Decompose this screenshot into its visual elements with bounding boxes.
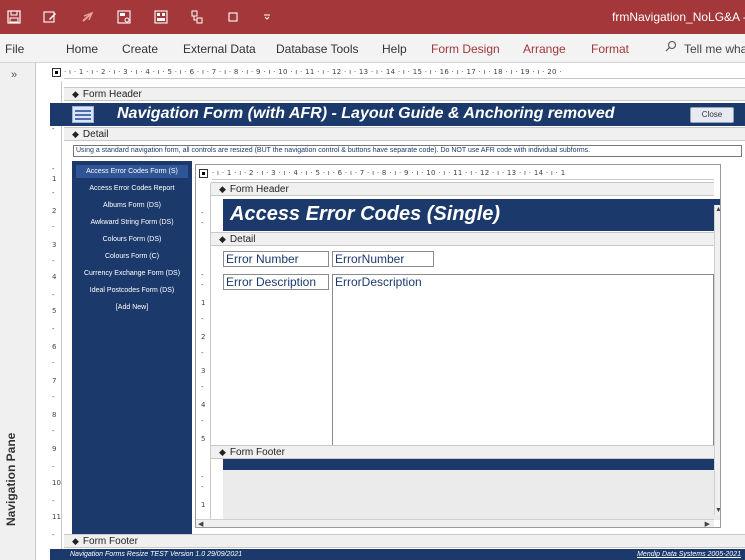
subform-detail-bar[interactable]: ◆ Detail	[211, 232, 714, 246]
nav-button-access-error-codes-form[interactable]: Access Error Codes Form (S)	[76, 165, 188, 178]
tab-database-tools[interactable]: Database Tools	[276, 42, 359, 56]
subform-vertical-ruler: -- --1 -2- 3-4 -5 --1	[199, 183, 211, 519]
nav-button-ideal-postcodes-form[interactable]: Ideal Postcodes Form (DS)	[76, 284, 188, 297]
window-title: frmNavigation_NoLG&A -	[612, 10, 745, 24]
pencil-icon[interactable]	[41, 8, 59, 26]
navigation-pane-label[interactable]: Navigation Pane	[4, 433, 18, 526]
subform-horizontal-ruler: · ı · 1 · ı · 2 · ı · 3 · ı · 4 · ı · 5 …	[212, 167, 714, 180]
subform-header-bar[interactable]: ◆ Form Header	[211, 182, 714, 196]
search-icon[interactable]	[665, 40, 677, 55]
navigation-control[interactable]: Access Error Codes Form (S) Access Error…	[72, 161, 192, 535]
title-bar: frmNavigation_NoLG&A -	[0, 0, 745, 34]
error-description-label: Error Description	[223, 274, 329, 290]
error-number-field[interactable]: ErrorNumber	[332, 251, 434, 267]
tab-home[interactable]: Home	[66, 42, 98, 56]
scroll-up-icon[interactable]: ▲	[715, 206, 720, 213]
chevron-down-icon[interactable]	[258, 8, 276, 26]
form-icon[interactable]	[115, 8, 133, 26]
nav-button-awkward-string-form[interactable]: Awkward String Form (DS)	[76, 216, 188, 229]
footer-version-label: Navigation Forms Resize TEST Version 1.0…	[70, 551, 243, 558]
subform-selector[interactable]	[199, 169, 208, 178]
vertical-ruler: -- -1- 2-3 -4- 5-6 -7- 8-9 -10- 11-	[50, 81, 62, 560]
tab-help[interactable]: Help	[382, 42, 407, 56]
navigation-pane[interactable]: » Navigation Pane	[0, 63, 36, 560]
save-icon[interactable]	[5, 8, 23, 26]
ribbon-tabs: File Home Create External Data Database …	[0, 34, 745, 63]
form-selector[interactable]	[52, 68, 61, 77]
scroll-left-icon[interactable]: ◀	[198, 520, 203, 527]
outer-form-header: Navigation Form (with AFR) - Layout Guid…	[50, 103, 745, 126]
subform-background	[223, 470, 720, 520]
nav-button-access-error-codes-report[interactable]: Access Error Codes Report	[76, 182, 188, 195]
tab-external-data[interactable]: External Data	[183, 42, 256, 56]
scroll-down-icon[interactable]: ▼	[715, 507, 720, 514]
error-description-field[interactable]: ErrorDescription	[332, 274, 714, 454]
undo-icon[interactable]	[79, 8, 97, 26]
outer-detail-bar[interactable]: ◆ Detail	[64, 127, 745, 141]
nav-button-currency-exchange-form[interactable]: Currency Exchange Form (DS)	[76, 267, 188, 280]
subform-footer	[223, 459, 720, 470]
outer-form-footer: Navigation Forms Resize TEST Version 1.0…	[50, 549, 745, 560]
outer-form-header-bar[interactable]: ◆ Form Header	[64, 87, 745, 101]
subform-header: Access Error Codes (Single)	[223, 199, 720, 231]
form-logo-icon	[72, 106, 94, 123]
tell-me-input[interactable]: Tell me wha	[684, 42, 745, 56]
nav-button-colours-form-ds[interactable]: Colours Form (DS)	[76, 233, 188, 246]
tab-format[interactable]: Format	[591, 42, 629, 56]
expand-chevron-icon[interactable]: »	[11, 69, 17, 81]
tab-arrange[interactable]: Arrange	[523, 42, 566, 56]
outer-form-title: Navigation Form (with AFR) - Layout Guid…	[117, 105, 615, 122]
subform-vertical-scrollbar[interactable]: ▲ ▼	[714, 205, 720, 515]
navigation-subform[interactable]: · ı · 1 · ı · 2 · ı · 3 · ı · 4 · ı · 5 …	[195, 164, 721, 528]
scroll-right-icon[interactable]: ▶	[705, 520, 710, 527]
close-button[interactable]: Close	[690, 107, 734, 123]
subform-horizontal-scrollbar[interactable]: ◀ ▶	[196, 519, 714, 527]
error-number-label: Error Number	[223, 251, 329, 267]
subform-footer-bar[interactable]: ◆ Form Footer	[211, 445, 714, 459]
nav-button-add-new[interactable]: [Add New]	[76, 301, 188, 314]
footer-copyright-link[interactable]: Mendip Data Systems 2005-2021	[637, 549, 741, 560]
info-label: Using a standard navigation form, all co…	[73, 145, 742, 157]
horizontal-ruler: · ı · 1 · ı · 2 · ı · 3 · ı · 4 · ı · 5 …	[64, 66, 745, 79]
nav-button-albums-form[interactable]: Albums Form (DS)	[76, 199, 188, 212]
subform-title: Access Error Codes (Single)	[230, 203, 501, 225]
tab-create[interactable]: Create	[122, 42, 158, 56]
relationships-icon[interactable]	[188, 8, 206, 26]
report-icon[interactable]	[152, 8, 170, 26]
view-icon[interactable]	[224, 8, 242, 26]
form-design-surface: · ı · 1 · ı · 2 · ı · 3 · ı · 4 · ı · 5 …	[37, 63, 745, 560]
outer-form-footer-bar[interactable]: ◆ Form Footer	[64, 534, 745, 548]
tab-file[interactable]: File	[5, 42, 24, 56]
tab-form-design[interactable]: Form Design	[431, 42, 500, 56]
nav-button-colours-form-c[interactable]: Colours Form (C)	[76, 250, 188, 263]
